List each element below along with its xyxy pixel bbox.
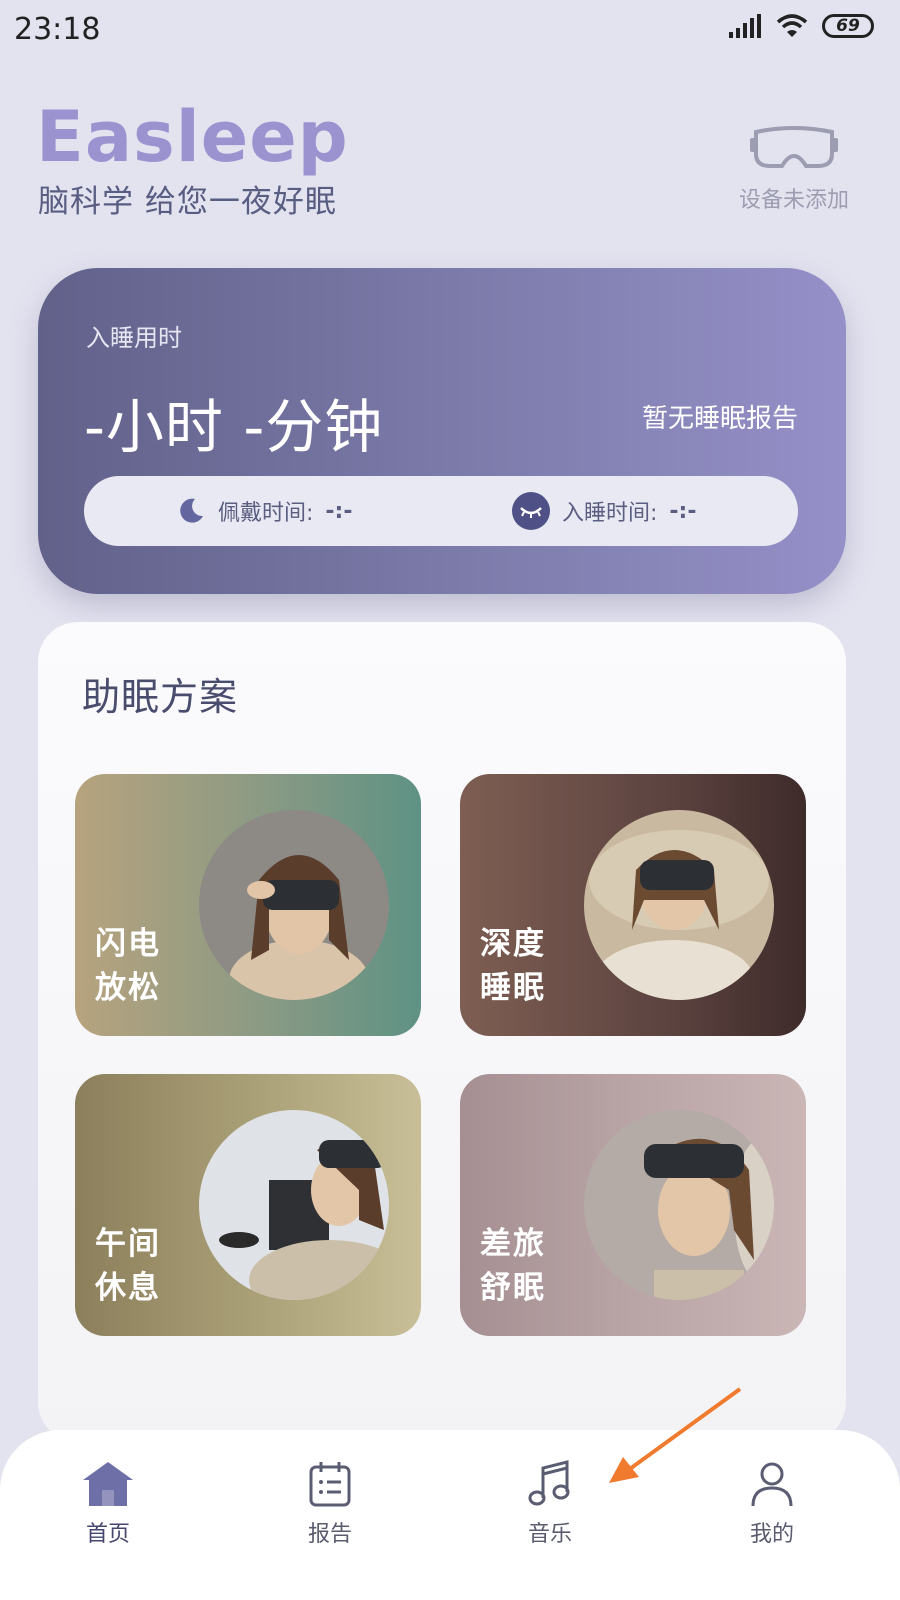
battery-indicator: 69	[822, 14, 874, 38]
sleep-plans-card: 助眠方案 闪电 放松 深度 睡眠 午间 休息 差旅 舒眠	[38, 622, 846, 1442]
sleep-mask-icon	[750, 126, 838, 168]
plan-tile-travel-sleep[interactable]: 差旅 舒眠	[460, 1074, 806, 1336]
fall-asleep-time: 入睡时间: -:-	[512, 476, 696, 546]
bottom-navigation: 首页 报告 音乐 我的	[0, 1430, 900, 1600]
plan-tile-label: 差旅 舒眠	[480, 1226, 546, 1306]
sleep-times-pill: 佩戴时间: -:- 入睡时间: -:-	[84, 476, 798, 546]
plan-tile-label: 闪电 放松	[95, 926, 161, 1006]
nav-tab-home[interactable]: 首页	[48, 1460, 168, 1548]
app-logo: Easleep	[36, 96, 349, 178]
nav-label-music: 音乐	[527, 1522, 572, 1547]
sleep-latency-label: 入睡用时	[86, 324, 182, 352]
music-icon	[528, 1460, 570, 1506]
home-icon	[83, 1462, 133, 1506]
fall-asleep-time-value: -:-	[669, 498, 697, 524]
app-slogan: 脑科学 给您一夜好眠	[38, 184, 337, 220]
nav-tab-report[interactable]: 报告	[270, 1460, 390, 1548]
nav-label-mine: 我的	[749, 1522, 794, 1547]
device-status-button[interactable]: 设备未添加	[734, 126, 854, 214]
wear-time: 佩戴时间: -:-	[176, 476, 352, 546]
plan-tile-noon-rest[interactable]: 午间 休息	[75, 1074, 421, 1336]
status-icons: 69	[728, 14, 874, 38]
orange-arrow-annotation	[609, 1387, 742, 1483]
plan-tile-lightning-relax[interactable]: 闪电 放松	[75, 774, 421, 1036]
plan-tile-label: 深度 睡眠	[480, 926, 546, 1006]
user-icon	[751, 1462, 793, 1507]
nav-label-report: 报告	[307, 1522, 352, 1547]
moon-icon	[180, 498, 203, 523]
sleep-summary-card[interactable]: 入睡用时 -小时 -分钟 暂无睡眠报告 佩戴时间: -:- 入睡时间: -:-	[38, 268, 846, 594]
closed-eye-icon	[512, 492, 550, 530]
plan-tile-label: 午间 休息	[95, 1226, 161, 1306]
nav-tab-music[interactable]: 音乐	[490, 1460, 610, 1548]
fall-asleep-time-label: 入睡时间:	[562, 501, 658, 526]
wear-time-value: -:-	[325, 498, 353, 524]
plan-photo	[584, 810, 774, 1000]
sleep-latency-value: -小时 -分钟	[84, 393, 384, 461]
wear-time-label: 佩戴时间:	[218, 501, 314, 526]
plans-title: 助眠方案	[82, 675, 239, 719]
plan-photo	[199, 810, 389, 1000]
device-status-label: 设备未添加	[738, 188, 849, 213]
nav-label-home: 首页	[85, 1522, 130, 1547]
plan-photo	[584, 1110, 774, 1300]
plan-tile-deep-sleep[interactable]: 深度 睡眠	[460, 774, 806, 1036]
status-time: 23:18	[14, 12, 101, 47]
wifi-icon	[776, 14, 808, 37]
no-report-link[interactable]: 暂无睡眠报告	[642, 398, 798, 435]
signal-icon	[729, 14, 761, 38]
calendar-icon	[309, 1462, 351, 1507]
plan-photo	[199, 1110, 389, 1300]
